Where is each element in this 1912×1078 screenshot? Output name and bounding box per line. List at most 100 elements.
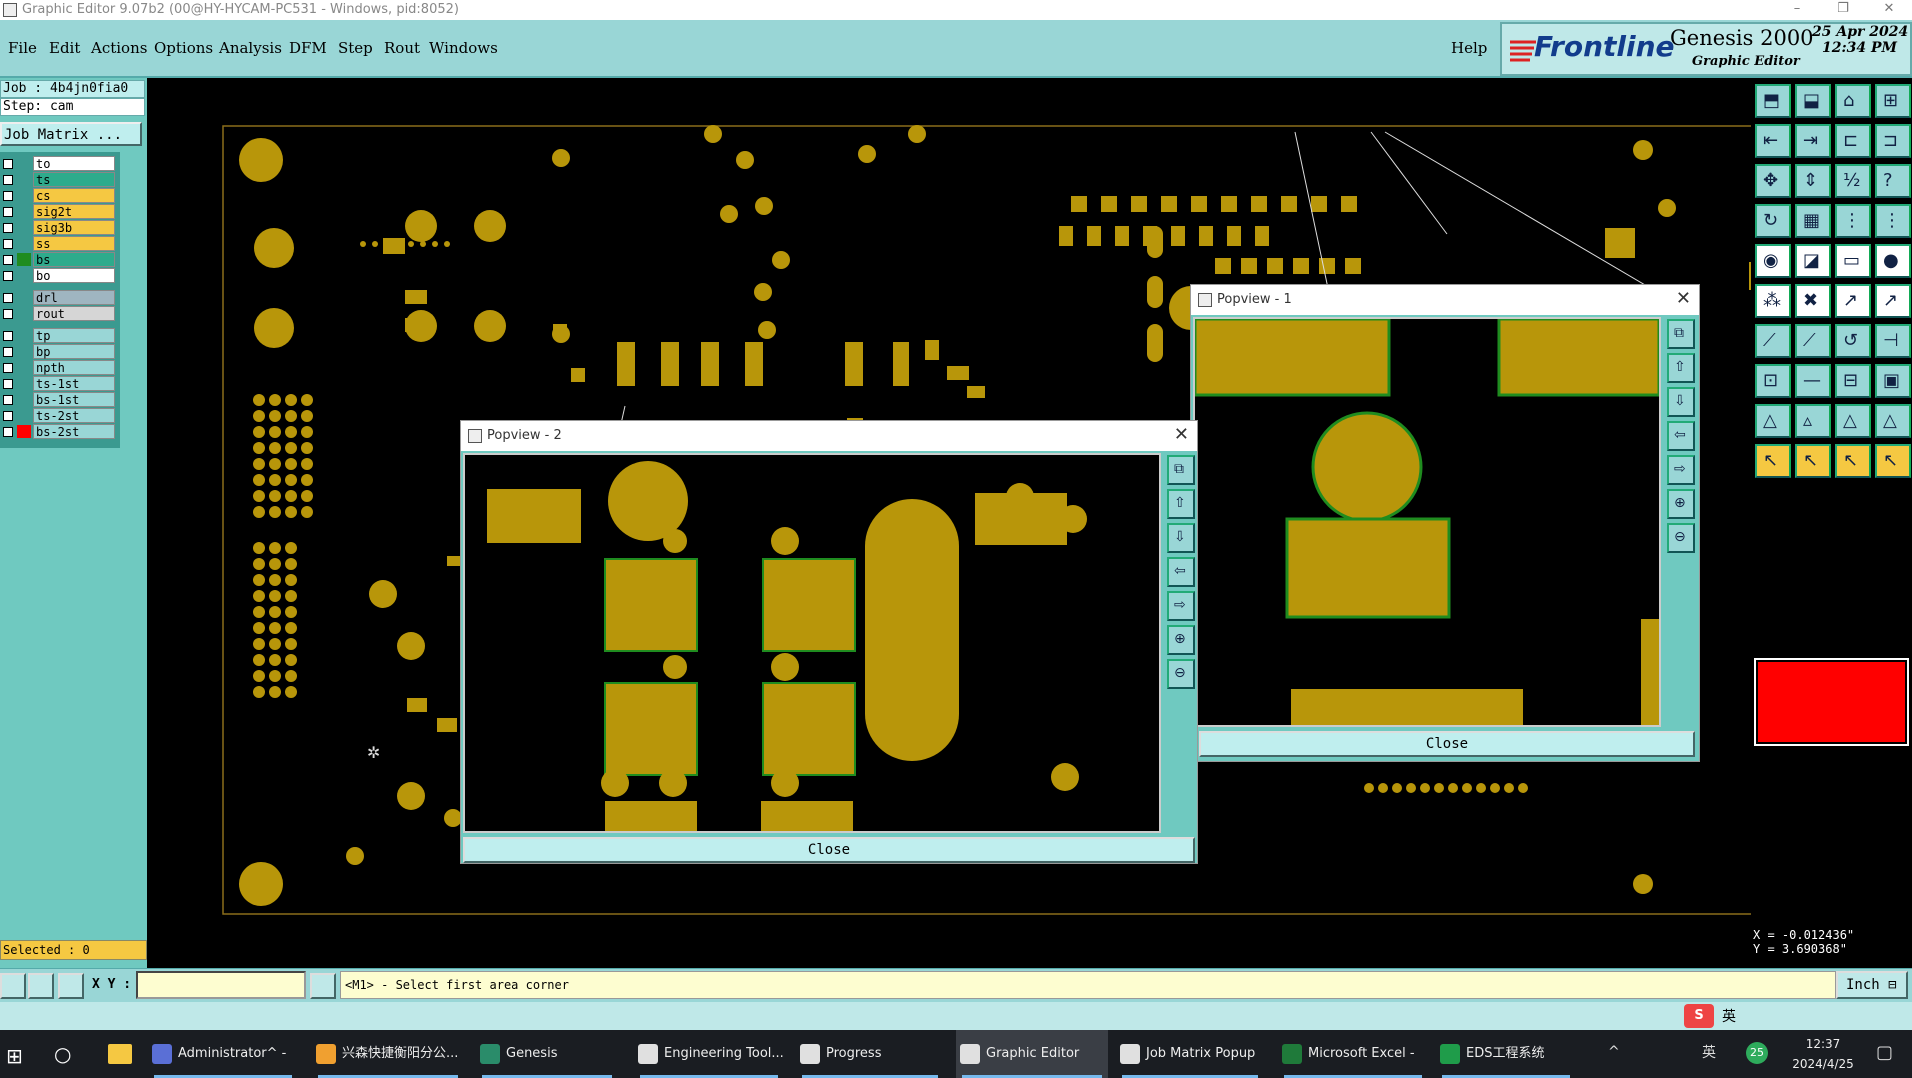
layer-name[interactable]: ts-1st bbox=[33, 376, 115, 391]
layer-name[interactable]: sig3b bbox=[33, 220, 115, 235]
layer-row-drl[interactable]: drl bbox=[0, 290, 118, 305]
layer-row-npth[interactable]: npth bbox=[0, 360, 118, 375]
layer-display-swatch[interactable] bbox=[17, 361, 31, 374]
tool-layers-icon[interactable]: ⋮ bbox=[1835, 204, 1871, 238]
menu-edit[interactable]: Edit bbox=[49, 39, 80, 57]
tool-center-icon[interactable]: ✥ bbox=[1755, 164, 1791, 198]
layer-name[interactable]: to bbox=[33, 156, 115, 171]
pop2-pan-left-icon[interactable]: ⇦ bbox=[1167, 557, 1195, 587]
tool-segment-icon[interactable]: — bbox=[1795, 364, 1831, 398]
menu-actions[interactable]: Actions bbox=[91, 39, 147, 57]
popview-1-viewport[interactable] bbox=[1193, 317, 1661, 727]
taskbar-clock[interactable]: 12:37 2024/4/25 bbox=[1778, 1034, 1868, 1074]
close-window-button[interactable]: ✕ bbox=[1866, 0, 1912, 20]
tool-help-icon[interactable]: ? bbox=[1875, 164, 1911, 198]
layer-checkbox[interactable] bbox=[3, 395, 13, 405]
taskbar-item[interactable]: Microsoft Excel - ... bbox=[1278, 1030, 1428, 1078]
tool-grid-icon[interactable]: ▦ bbox=[1795, 204, 1831, 238]
pop2-zoom-in-icon[interactable]: ⊕ bbox=[1167, 625, 1195, 655]
layer-name[interactable]: bs bbox=[33, 252, 115, 267]
layer-row-bs-2st[interactable]: bs-2st bbox=[0, 424, 118, 439]
popview-2-close-button[interactable]: Close bbox=[463, 837, 1195, 863]
tool-height-icon[interactable]: ⇕ bbox=[1795, 164, 1831, 198]
tool-select-icon[interactable]: ⊡ bbox=[1755, 364, 1791, 398]
taskbar-item[interactable]: Progress bbox=[796, 1030, 944, 1078]
pop1-pan-up-icon[interactable]: ⇧ bbox=[1667, 353, 1695, 383]
pop2-pan-down-icon[interactable]: ⇩ bbox=[1167, 523, 1195, 553]
search-icon[interactable]: ○ bbox=[54, 1042, 71, 1066]
popview-1-close-button[interactable]: Close bbox=[1199, 731, 1695, 757]
tool-pointer4-icon[interactable]: ↖ bbox=[1875, 444, 1911, 478]
layer-row-sig2t[interactable]: sig2t bbox=[0, 204, 118, 219]
layer-name[interactable]: ts-2st bbox=[33, 408, 115, 423]
layer-row-tp[interactable]: tp bbox=[0, 328, 118, 343]
tool-dim-icon[interactable]: ⊟ bbox=[1835, 364, 1871, 398]
layer-name[interactable]: ts bbox=[33, 172, 115, 187]
layer-display-swatch[interactable] bbox=[17, 269, 31, 282]
units-button[interactable]: Inch ⊟ bbox=[1836, 971, 1908, 999]
layer-display-swatch[interactable] bbox=[17, 393, 31, 406]
tool-arrow-l-icon[interactable]: ⇤ bbox=[1755, 124, 1791, 158]
layer-row-ss[interactable]: ss bbox=[0, 236, 118, 251]
layer-row-cs[interactable]: cs bbox=[0, 188, 118, 203]
layer-checkbox[interactable] bbox=[3, 159, 13, 169]
layer-display-swatch[interactable] bbox=[17, 377, 31, 390]
tool-net-icon[interactable]: ⁂ bbox=[1755, 284, 1791, 318]
layer-row-ts-1st[interactable]: ts-1st bbox=[0, 376, 118, 391]
pop2-pan-right-icon[interactable]: ⇨ bbox=[1167, 591, 1195, 621]
notifications-icon[interactable]: ▢ bbox=[1876, 1042, 1893, 1063]
tray-ime-indicator[interactable]: 英 bbox=[1702, 1042, 1716, 1062]
popview-2-viewport[interactable] bbox=[463, 453, 1161, 833]
taskbar-item[interactable]: Job Matrix Popup bbox=[1116, 1030, 1264, 1078]
layer-row-bs[interactable]: bs bbox=[0, 252, 118, 267]
tool-line2-icon[interactable]: ⟋ bbox=[1795, 324, 1831, 358]
grid-icon[interactable] bbox=[58, 973, 84, 999]
tool-rotate-icon[interactable]: ↻ bbox=[1755, 204, 1791, 238]
layer-checkbox[interactable] bbox=[3, 411, 13, 421]
popview-2-close-icon[interactable]: ✕ bbox=[1174, 424, 1189, 445]
start-icon[interactable]: ⊞ bbox=[6, 1044, 23, 1068]
tray-expand-icon[interactable]: ^ bbox=[1608, 1044, 1620, 1060]
layer-checkbox[interactable] bbox=[3, 347, 13, 357]
layer-row-bs-1st[interactable]: bs-1st bbox=[0, 392, 118, 407]
layer-row-bo[interactable]: bo bbox=[0, 268, 118, 283]
tool-flip-icon[interactable]: ⊐ bbox=[1875, 124, 1911, 158]
tool-fit-icon[interactable]: ⊞ bbox=[1875, 84, 1911, 118]
layer-row-to[interactable]: to bbox=[0, 156, 118, 171]
layer-display-swatch[interactable] bbox=[17, 173, 31, 186]
pop2-zoom-out-icon[interactable]: ⊖ bbox=[1167, 659, 1195, 689]
tool-route2-icon[interactable]: ↗ bbox=[1875, 284, 1911, 318]
layer-name[interactable]: bs-1st bbox=[33, 392, 115, 407]
menu-analysis[interactable]: Analysis bbox=[219, 39, 282, 57]
layer-row-bp[interactable]: bp bbox=[0, 344, 118, 359]
layer-checkbox[interactable] bbox=[3, 191, 13, 201]
layer-name[interactable]: npth bbox=[33, 360, 115, 375]
pop2-pan-up-icon[interactable]: ⇧ bbox=[1167, 489, 1195, 519]
layer-checkbox[interactable] bbox=[3, 207, 13, 217]
tool-triangle3-icon[interactable]: △ bbox=[1835, 404, 1871, 438]
menu-step[interactable]: Step bbox=[338, 39, 373, 57]
layer-display-swatch[interactable] bbox=[17, 409, 31, 422]
tool-view-icon[interactable]: ◪ bbox=[1795, 244, 1831, 278]
taskbar-item[interactable]: 兴森快捷衡阳分公... bbox=[312, 1030, 464, 1078]
layer-row-sig3b[interactable]: sig3b bbox=[0, 220, 118, 235]
layer-display-swatch[interactable] bbox=[17, 345, 31, 358]
pop1-pan-right-icon[interactable]: ⇨ bbox=[1667, 455, 1695, 485]
minimize-button[interactable]: – bbox=[1774, 0, 1820, 20]
layer-display-swatch[interactable] bbox=[17, 205, 31, 218]
restore-button[interactable]: ❐ bbox=[1820, 0, 1866, 20]
ime-language[interactable]: 英 bbox=[1722, 1006, 1736, 1026]
pop1-pan-down-icon[interactable]: ⇩ bbox=[1667, 387, 1695, 417]
layer-name[interactable]: rout bbox=[33, 306, 115, 321]
menu-help[interactable]: Help bbox=[1451, 39, 1487, 57]
taskbar-item[interactable]: EDS工程系统 bbox=[1436, 1030, 1576, 1078]
layer-checkbox[interactable] bbox=[3, 175, 13, 185]
layer-name[interactable]: tp bbox=[33, 328, 115, 343]
tool-arc-icon[interactable]: ↺ bbox=[1835, 324, 1871, 358]
tool-cross-icon[interactable]: ✖ bbox=[1795, 284, 1831, 318]
tool-wire-icon[interactable]: ⊣ bbox=[1875, 324, 1911, 358]
layer-display-swatch[interactable] bbox=[17, 425, 31, 438]
tool-route-icon[interactable]: ↗ bbox=[1835, 284, 1871, 318]
pop1-pan-left-icon[interactable]: ⇦ bbox=[1667, 421, 1695, 451]
tool-triangle-icon[interactable]: △ bbox=[1755, 404, 1791, 438]
